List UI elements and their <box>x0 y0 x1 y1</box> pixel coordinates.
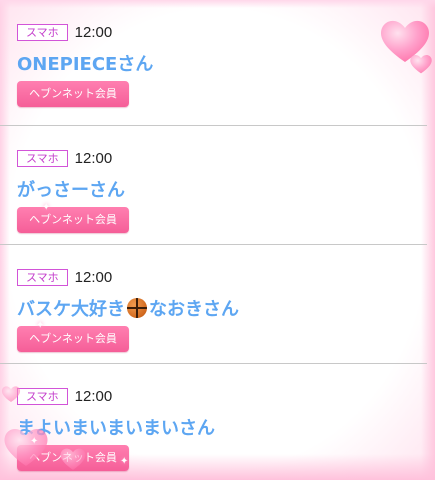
member-tag: ヘブンネット会員 <box>17 207 129 233</box>
heart-icon <box>60 448 86 470</box>
sparkle-icon: ✦ <box>36 320 45 331</box>
basketball-icon <box>127 298 147 318</box>
device-badge: スマホ <box>17 24 68 41</box>
heart-icon <box>410 54 432 74</box>
heart-icon <box>1 386 21 402</box>
heart-icon <box>4 428 48 466</box>
entry-meta: スマホ 12:00 <box>17 269 112 286</box>
list-item[interactable]: スマホ 12:00 がっさーさん ヘブンネット会員 <box>0 126 427 245</box>
member-tag: ヘブンネット会員 <box>17 326 129 352</box>
entry-meta: スマホ 12:00 <box>17 24 112 41</box>
visitor-name[interactable]: ONEPIECEさん <box>17 50 153 76</box>
list-item[interactable]: スマホ 12:00 バスケ大好き なおきさん ヘブンネット会員 <box>0 245 427 364</box>
visit-time: 12:00 <box>74 269 113 286</box>
visitor-name-part: バスケ大好き <box>17 299 125 320</box>
visitor-list: スマホ 12:00 ONEPIECEさん ヘブンネット会員 スマホ 12:00 … <box>0 0 427 480</box>
member-tag: ヘブンネット会員 <box>17 81 129 107</box>
sparkle-icon: ✦ <box>120 456 129 467</box>
device-badge: スマホ <box>17 269 68 286</box>
visit-time: 12:00 <box>74 24 113 41</box>
list-item[interactable]: スマホ 12:00 ONEPIECEさん ヘブンネット会員 <box>0 0 427 126</box>
entry-meta: スマホ 12:00 <box>17 388 112 405</box>
visit-time: 12:00 <box>74 150 113 167</box>
sparkle-icon: ✦ <box>42 202 51 213</box>
device-badge: スマホ <box>17 150 68 167</box>
visit-time: 12:00 <box>74 388 113 405</box>
sparkle-icon: ✦ <box>30 436 39 447</box>
visitor-name[interactable]: バスケ大好き なおきさん <box>17 295 239 321</box>
visitor-name-part: なおきさん <box>149 299 239 320</box>
device-badge: スマホ <box>17 388 68 405</box>
entry-meta: スマホ 12:00 <box>17 150 112 167</box>
visitor-name[interactable]: がっさーさん <box>17 176 125 202</box>
